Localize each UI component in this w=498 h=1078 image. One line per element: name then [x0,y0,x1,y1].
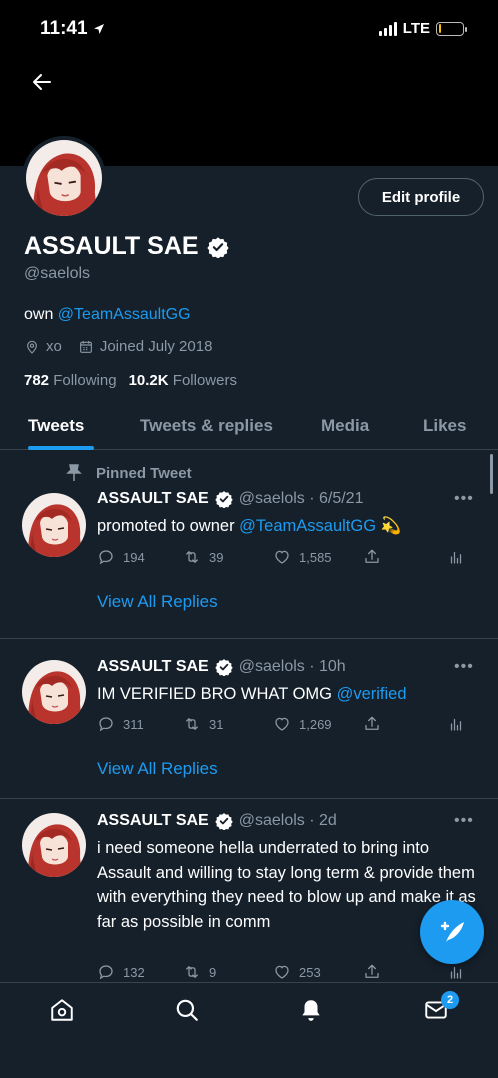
messages-badge: 2 [441,991,459,1009]
tweet-actions: 194 39 1,585 [97,548,477,568]
divider [0,638,498,639]
avatar-image [22,493,86,557]
signal-icon [378,21,397,36]
bio-link[interactable]: @TeamAssaultGG [58,306,191,323]
pinned-tweet-label: Pinned Tweet [66,464,192,482]
profile-bio: own @TeamAssaultGG [24,306,191,323]
display-name: ASSAULT SAE [24,232,229,261]
divider [0,798,498,799]
view-replies-link[interactable]: View All Replies [97,592,218,612]
verified-badge-icon [207,236,229,258]
share-button[interactable] [363,715,381,733]
like-icon [273,715,291,733]
status-indicators: LTE [378,20,467,37]
more-options-icon[interactable]: ••• [454,490,474,508]
location-icon [27,340,37,354]
like-button[interactable]: 253 [273,963,321,981]
analytics-button[interactable] [447,548,465,566]
verified-badge-icon [215,658,233,676]
reply-button[interactable]: 132 [97,963,145,981]
analytics-button[interactable] [447,963,465,981]
profile-handle: @saelols [24,265,91,282]
profile-meta: xo Joined July 2018 [24,338,212,355]
avatar-image [22,813,86,877]
following-link[interactable]: 782 Following [24,372,117,389]
tweet-avatar[interactable] [22,813,86,877]
pin-icon [66,464,82,481]
mention-link[interactable]: @TeamAssaultGG [239,517,376,535]
tweet-header: ASSAULT SAE @saelols · 6/5/21 [97,490,364,508]
tweet-text: promoted to owner @TeamAssaultGG 💫 [97,517,402,535]
share-icon [363,963,381,981]
tweet-header: ASSAULT SAE @saelols · 2d [97,812,337,830]
search-icon[interactable] [174,997,200,1023]
reply-icon [97,715,115,733]
reply-icon [97,548,115,566]
avatar-image [26,140,102,216]
home-icon[interactable] [49,997,75,1023]
analytics-icon [447,548,465,566]
tweet-avatar[interactable] [22,660,86,724]
retweet-icon [183,715,201,733]
retweet-icon [183,963,201,981]
location-arrow-icon [93,23,104,34]
reply-button[interactable]: 194 [97,548,145,566]
tab-tweets-replies[interactable]: Tweets & replies [140,416,273,436]
tweet-avatar[interactable] [22,493,86,557]
view-replies-link[interactable]: View All Replies [97,759,218,779]
tweet-actions: 311 31 1,269 [97,715,477,735]
profile-location: xo [46,338,62,355]
mention-link[interactable]: @verified [337,685,407,703]
compose-tweet-button[interactable] [420,900,484,964]
back-arrow-icon[interactable] [30,70,54,94]
compose-icon [440,921,464,942]
follow-counts: 782 Following 10.2K Followers [24,372,237,389]
more-options-icon[interactable]: ••• [454,812,474,830]
like-button[interactable]: 1,585 [273,548,332,566]
notifications-icon[interactable] [298,997,324,1023]
like-button[interactable]: 1,269 [273,715,332,733]
profile-tabs: Tweets Tweets & replies Media Likes [0,402,498,450]
network-label: LTE [402,20,430,37]
tweet-header: ASSAULT SAE @saelols · 10h [97,658,346,676]
like-icon [273,963,291,981]
battery-icon [436,21,467,36]
status-bar: 11:41 LTE [0,0,498,58]
tab-media[interactable]: Media [321,416,369,436]
analytics-icon [447,715,465,733]
verified-badge-icon [215,812,233,830]
avatar-image [22,660,86,724]
followers-link[interactable]: 10.2K Followers [129,372,237,389]
tab-likes[interactable]: Likes [423,416,466,436]
retweet-icon [183,548,201,566]
profile-avatar[interactable] [22,136,106,220]
retweet-button[interactable]: 31 [183,715,223,733]
retweet-button[interactable]: 9 [183,963,216,981]
calendar-icon [79,340,92,353]
bottom-nav: 2 [0,982,498,1078]
tab-tweets[interactable]: Tweets [28,416,84,436]
reply-button[interactable]: 311 [97,715,144,733]
share-icon [363,715,381,733]
tweet-actions: 132 9 253 [97,963,477,983]
battery-level [438,24,442,33]
analytics-button[interactable] [447,715,465,733]
share-button[interactable] [363,963,381,981]
reply-icon [97,963,115,981]
active-tab-indicator [28,446,94,450]
share-icon [363,548,381,566]
scrollbar[interactable] [490,454,493,494]
verified-badge-icon [215,490,233,508]
more-options-icon[interactable]: ••• [454,658,474,676]
like-icon [273,548,291,566]
tweet-text: IM VERIFIED BRO WHAT OMG @verified [97,685,407,703]
edit-profile-button[interactable]: Edit profile [358,178,484,216]
profile-joined: Joined July 2018 [99,338,213,355]
share-button[interactable] [363,548,381,566]
tweet-text: i need someone hella underrated to bring… [97,839,476,931]
retweet-button[interactable]: 39 [183,548,223,566]
analytics-icon [447,963,465,981]
status-time: 11:41 [40,18,105,40]
